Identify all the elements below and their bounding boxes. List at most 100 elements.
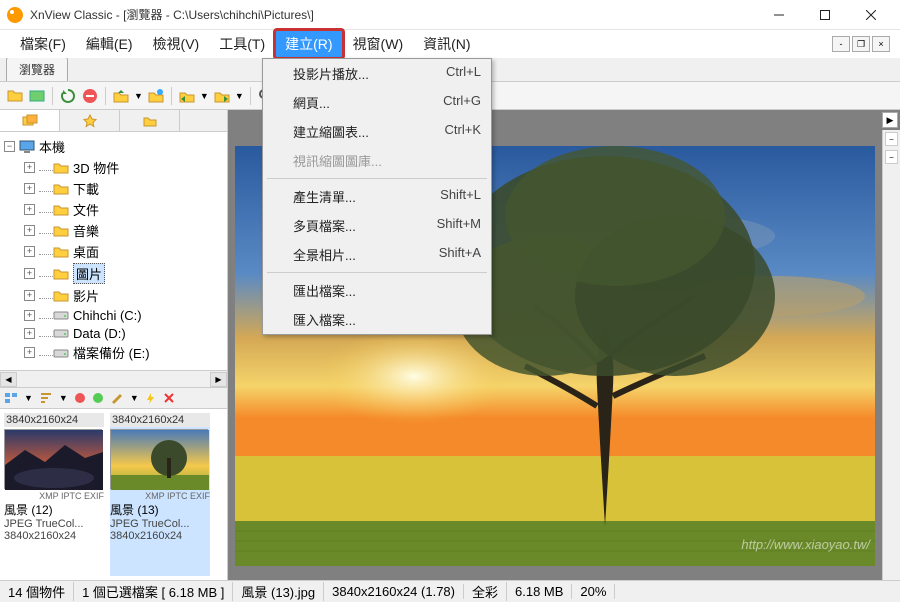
view-icon[interactable] [4, 392, 18, 404]
folder-icon [142, 114, 158, 128]
menu-info[interactable]: 資訊(N) [413, 30, 480, 58]
stop-icon[interactable] [81, 87, 99, 105]
expand-icon[interactable]: + [24, 290, 35, 301]
folder-tree[interactable]: − 本機 +3D 物件+下載+文件+音樂+桌面+圖片+影片+Chihchi (C… [0, 132, 227, 370]
delete-icon[interactable] [163, 392, 175, 404]
tree-scrollbar[interactable]: ◀ ▶ [0, 370, 227, 387]
expand-icon[interactable]: + [24, 225, 35, 236]
menu-panorama[interactable]: 全景相片...Shift+A [263, 240, 491, 269]
menu-bar: 檔案(F) 編輯(E) 檢視(V) 工具(T) 建立(R) 視窗(W) 資訊(N… [0, 30, 900, 58]
menu-contact-sheet[interactable]: 建立縮圖表...Ctrl+K [263, 117, 491, 146]
tree-item[interactable]: +文件 [0, 199, 227, 220]
sort-icon[interactable] [39, 392, 53, 404]
folder-icon [53, 266, 69, 282]
tree-root[interactable]: − 本機 [0, 136, 227, 157]
status-zoom: 20% [572, 584, 615, 599]
expand-icon[interactable]: + [24, 162, 35, 173]
expand-icon[interactable]: + [24, 268, 35, 279]
tree-item[interactable]: +Chihchi (C:) [0, 306, 227, 324]
expand-icon[interactable]: + [24, 310, 35, 321]
tab-folders[interactable] [0, 110, 60, 131]
menu-export[interactable]: 匯出檔案... [263, 276, 491, 305]
tree-item[interactable]: +音樂 [0, 220, 227, 241]
quick-icon[interactable] [145, 392, 157, 404]
folder-icon [53, 160, 69, 176]
mdi-minimize-button[interactable]: - [832, 36, 850, 52]
thumb-dimensions: 3840x2160x24 [4, 413, 104, 427]
menu-webpage[interactable]: 網頁...Ctrl+G [263, 88, 491, 117]
menu-slideshow[interactable]: 投影片播放...Ctrl+L [263, 59, 491, 88]
thumb-dimensions2: 3840x2160x24 [4, 530, 104, 542]
window-close-button[interactable] [848, 0, 894, 30]
watermark-text: http://www.xiaoyao.tw/ [741, 537, 870, 552]
filter-red-icon[interactable] [74, 392, 86, 404]
menu-separator [267, 272, 487, 273]
scroll-up-button[interactable]: − [885, 132, 898, 146]
folder-icon [53, 223, 69, 239]
window-minimize-button[interactable] [756, 0, 802, 30]
back-folder-icon[interactable] [178, 87, 196, 105]
panel-toggle-button[interactable]: ▶ [882, 112, 898, 128]
folder-icon [53, 202, 69, 218]
filter-green-icon[interactable] [92, 392, 104, 404]
mdi-restore-button[interactable]: ❐ [852, 36, 870, 52]
computer-icon [19, 139, 35, 155]
window-titlebar: XnView Classic - [瀏覽器 - C:\Users\chihchi… [0, 0, 900, 30]
menu-multipage[interactable]: 多頁檔案...Shift+M [263, 211, 491, 240]
tree-item[interactable]: +圖片 [0, 262, 227, 285]
tree-item[interactable]: +Data (D:) [0, 324, 227, 342]
menu-view[interactable]: 檢視(V) [143, 30, 210, 58]
tree-item[interactable]: +檔案備份 (E:) [0, 342, 227, 363]
thumb-name: 風景 (13) [110, 501, 210, 518]
status-selected: 1 個已選檔案 [ 6.18 MB ] [74, 582, 233, 601]
up-folder-icon[interactable] [112, 87, 130, 105]
window-maximize-button[interactable] [802, 0, 848, 30]
thumb-meta: XMP IPTC EXIF [4, 491, 104, 501]
expand-icon[interactable]: + [24, 347, 35, 358]
expand-icon[interactable]: + [24, 328, 35, 339]
open-icon[interactable] [6, 87, 24, 105]
status-color: 全彩 [464, 582, 507, 601]
tree-item[interactable]: +下載 [0, 178, 227, 199]
tool-icon[interactable] [110, 392, 124, 404]
menu-tools[interactable]: 工具(T) [209, 30, 275, 58]
refresh-icon[interactable] [59, 87, 77, 105]
menu-listing[interactable]: 產生清單...Shift+L [263, 182, 491, 211]
tree-item[interactable]: +影片 [0, 285, 227, 306]
expand-icon[interactable]: + [24, 183, 35, 194]
thumbnail-list: 3840x2160x24XMP IPTC EXIF風景 (12)JPEG Tru… [0, 409, 227, 580]
scroll-right-button[interactable]: ▶ [210, 372, 227, 387]
tree-item[interactable]: +桌面 [0, 241, 227, 262]
folder-icon [53, 244, 69, 260]
menu-file[interactable]: 檔案(F) [10, 30, 76, 58]
mdi-close-button[interactable]: × [872, 36, 890, 52]
thumbnail-item[interactable]: 3840x2160x24XMP IPTC EXIF風景 (13)JPEG Tru… [110, 413, 210, 576]
menu-edit[interactable]: 編輯(E) [76, 30, 143, 58]
menu-import[interactable]: 匯入檔案... [263, 305, 491, 334]
status-filename: 風景 (13).jpg [233, 582, 324, 601]
preview-scrollbar[interactable]: − − [882, 130, 900, 580]
expand-icon[interactable]: + [24, 246, 35, 257]
sidebar-tabs [0, 110, 227, 132]
tab-categories[interactable] [120, 110, 180, 131]
scroll-left-button[interactable]: ◀ [0, 372, 17, 387]
tab-favorites[interactable] [60, 110, 120, 131]
thumbnail-toolbar: ▼ ▼ ▼ [0, 387, 227, 409]
forward-folder-icon[interactable] [213, 87, 231, 105]
thumb-image [110, 429, 208, 489]
scroll-down-button[interactable]: − [885, 150, 898, 164]
menu-window[interactable]: 視窗(W) [343, 30, 414, 58]
tab-browser[interactable]: 瀏覽器 [6, 57, 68, 81]
tree-item[interactable]: +3D 物件 [0, 157, 227, 178]
thumb-meta: XMP IPTC EXIF [110, 491, 210, 501]
scan-icon[interactable] [28, 87, 46, 105]
menu-create[interactable]: 建立(R) [275, 30, 342, 58]
collapse-icon[interactable]: − [4, 141, 15, 152]
thumb-dimensions2: 3840x2160x24 [110, 530, 210, 542]
home-icon[interactable] [147, 87, 165, 105]
thumbnail-item[interactable]: 3840x2160x24XMP IPTC EXIF風景 (12)JPEG Tru… [4, 413, 104, 576]
drive-icon [53, 307, 69, 323]
status-dimensions: 3840x2160x24 (1.78) [324, 584, 464, 599]
expand-icon[interactable]: + [24, 204, 35, 215]
status-objects: 14 個物件 [0, 582, 74, 601]
